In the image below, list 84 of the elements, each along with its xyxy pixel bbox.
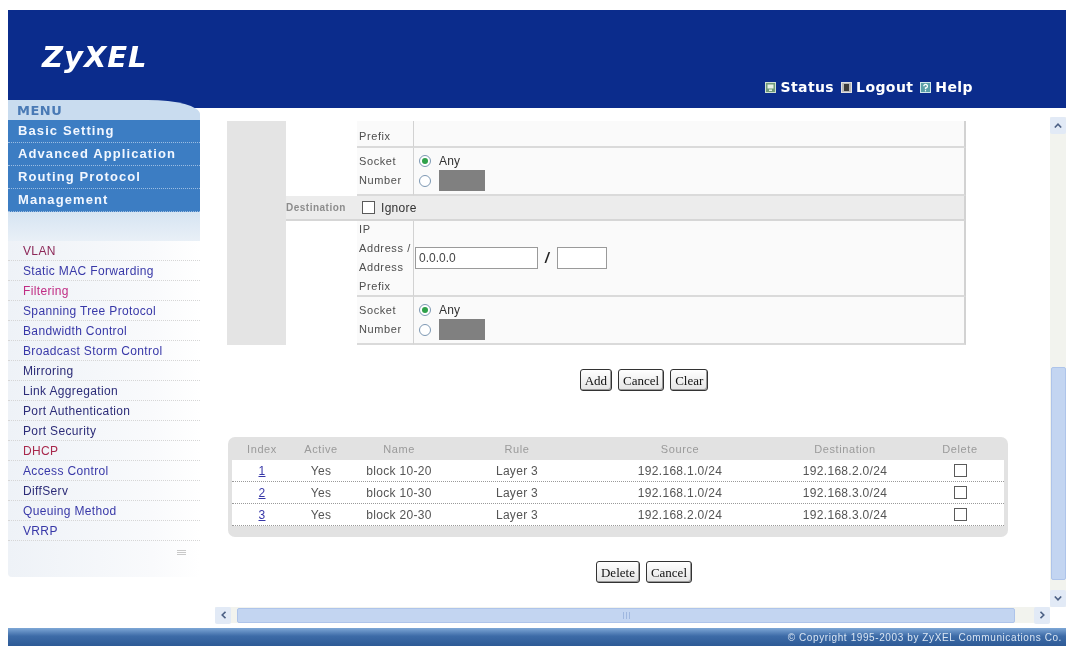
table-cell: Layer 3 [495, 485, 539, 500]
field-label: Socket Number [359, 303, 403, 337]
submenu-link[interactable]: Filtering [8, 281, 200, 301]
scrollbar-thumb[interactable] [1050, 367, 1066, 580]
header-link[interactable]: Status [765, 78, 835, 96]
radio-button[interactable] [419, 303, 431, 316]
delete-checkbox[interactable] [953, 486, 967, 499]
index-link[interactable]: 2 [258, 485, 266, 500]
table-cell: Yes [310, 485, 332, 500]
column-header: Destination [814, 442, 876, 455]
delete-checkbox[interactable] [953, 464, 967, 477]
column-header: Name [383, 442, 415, 455]
grip-icon [177, 550, 186, 555]
menu-section-link[interactable]: Basic Setting [8, 120, 200, 143]
chevron-right-icon [1039, 611, 1045, 619]
table-cell: 192.168.2.0/24 [637, 507, 723, 522]
column-header: Source [660, 442, 700, 455]
submenu-link[interactable]: Link Aggregation [8, 381, 200, 401]
chevron-left-icon [220, 611, 226, 619]
submenu-link[interactable]: DHCP [8, 441, 200, 461]
menu-section-link[interactable]: Advanced Application [8, 143, 200, 166]
field-label: Prefix [359, 129, 392, 144]
add-button[interactable]: Add [579, 369, 613, 391]
submenu-link[interactable]: Broadcast Storm Control [8, 341, 200, 361]
checkbox-label: Ignore [381, 200, 417, 215]
checkbox[interactable] [362, 201, 375, 214]
submenu-link[interactable]: Port Security [8, 421, 200, 441]
submenu-link[interactable]: DiffServ [8, 481, 200, 501]
clear-button[interactable]: Clear [670, 369, 709, 391]
radio-label: Any [439, 302, 461, 317]
field-label: IP Address / Address Prefix [359, 222, 412, 294]
delete-button[interactable]: Delete [596, 561, 640, 583]
table-cell: 192.168.3.0/24 [802, 485, 888, 500]
chevron-down-icon [1054, 596, 1062, 601]
column-header: Rule [504, 442, 530, 455]
table-cell: Layer 3 [495, 507, 539, 522]
prefix-length-field[interactable] [556, 247, 607, 269]
table-cell: block 20-30 [366, 507, 432, 522]
header-link[interactable]: Logout [841, 78, 914, 96]
logo: ZyXEL [42, 43, 148, 72]
submenu-link[interactable]: Mirroring [8, 361, 200, 381]
copyright-text: © Copyright 1995-2003 by ZyXEL Communications Co. [787, 631, 1062, 643]
table-cell: 192.168.2.0/24 [802, 463, 888, 478]
section-label: Destination [286, 200, 346, 215]
submenu-link[interactable]: Spanning Tree Protocol [8, 301, 200, 321]
index-link[interactable]: 3 [258, 507, 266, 522]
submenu-link[interactable]: Port Authentication [8, 401, 200, 421]
radio-label: Any [439, 153, 461, 168]
column-header: Delete [942, 442, 978, 455]
table-cell: Yes [310, 463, 332, 478]
chevron-up-icon [1054, 123, 1062, 128]
table-cell: 192.168.1.0/24 [637, 463, 723, 478]
header-link[interactable]: Help [920, 78, 973, 96]
submenu-link[interactable]: Static MAC Forwarding [8, 261, 200, 281]
submenu-link[interactable]: VRRP [8, 521, 200, 541]
delete-checkbox[interactable] [953, 508, 967, 521]
radio-button[interactable] [419, 154, 431, 167]
table-cell: Yes [310, 507, 332, 522]
field-label: Socket Number [359, 154, 403, 188]
separator-text: / [545, 250, 550, 266]
table-cell: Layer 3 [495, 463, 539, 478]
submenu-link[interactable]: Queuing Method [8, 501, 200, 521]
table-cell: 192.168.1.0/24 [637, 485, 723, 500]
column-header: Active [304, 442, 338, 455]
table-cell: block 10-30 [366, 485, 432, 500]
table-cell: block 10-20 [366, 463, 432, 478]
cancel-button[interactable]: Cancel [618, 369, 665, 391]
menu-section-link[interactable]: Routing Protocol [8, 166, 200, 189]
table-cell: 192.168.3.0/24 [802, 507, 888, 522]
submenu-link[interactable]: Bandwidth Control [8, 321, 200, 341]
menu-heading: MENU [8, 100, 200, 120]
scroll-down-button[interactable] [1050, 590, 1066, 607]
column-header: Index [247, 442, 277, 455]
cancel-button[interactable]: Cancel [645, 561, 692, 583]
menu-section-link[interactable]: Management [8, 189, 200, 212]
submenu-link[interactable]: VLAN [8, 241, 200, 261]
door-icon [841, 81, 853, 93]
submenu-link[interactable]: Access Control [8, 461, 200, 481]
index-link[interactable]: 1 [258, 463, 266, 478]
grip-icon [622, 611, 630, 619]
help-icon [920, 81, 932, 93]
scroll-up-button[interactable] [1050, 117, 1066, 134]
monitor-icon [765, 81, 777, 93]
ip-address-field[interactable]: 0.0.0.0 [415, 247, 538, 269]
